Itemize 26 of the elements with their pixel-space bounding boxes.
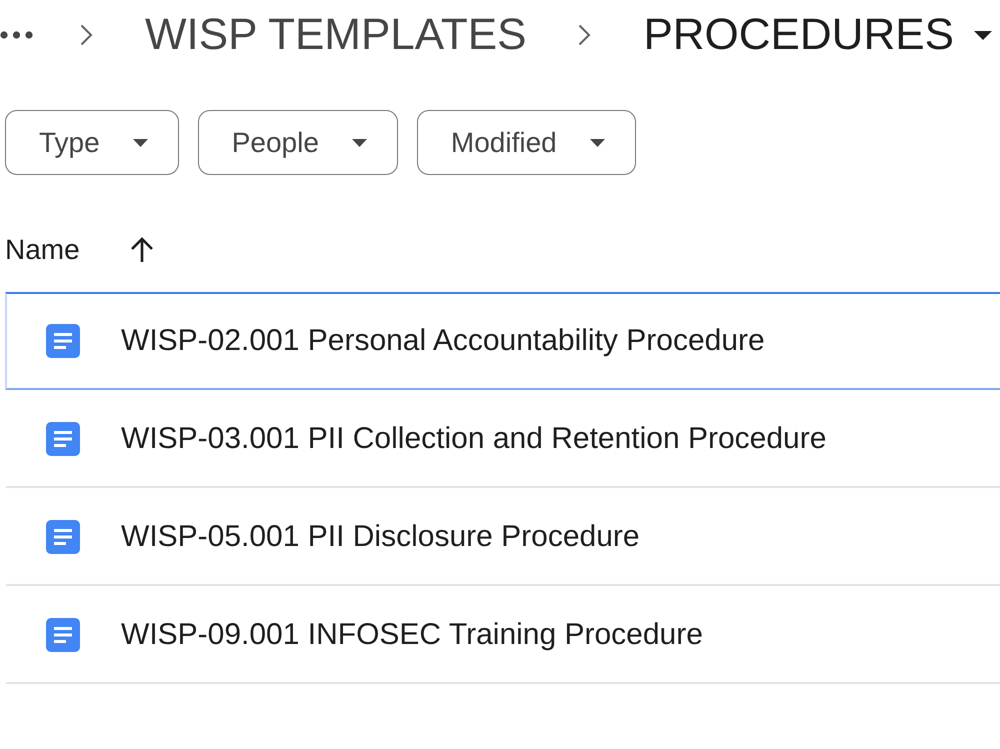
file-name: WISP-02.001 Personal Accountability Procedure (121, 324, 765, 358)
more-icon[interactable] (0, 31, 33, 39)
filter-chip[interactable]: Modified (416, 110, 636, 175)
caret-down-icon (590, 138, 605, 146)
filter-chip[interactable]: Type (5, 110, 179, 175)
document-icon (46, 520, 80, 554)
file-name: WISP-05.001 PII Disclosure Procedure (121, 520, 640, 554)
file-row[interactable]: WISP-09.001 INFOSEC Training Procedure (5, 586, 1000, 684)
document-icon (46, 422, 80, 456)
file-row[interactable]: WISP-02.001 Personal Accountability Procedure (5, 292, 1000, 390)
file-name: WISP-03.001 PII Collection and Retention Procedure (121, 422, 826, 456)
caret-down-icon (132, 138, 148, 146)
file-name: WISP-09.001 INFOSEC Training Procedure (121, 618, 703, 652)
filter-chip[interactable]: People (198, 110, 398, 175)
breadcrumb-item[interactable]: PROCEDURES (643, 10, 992, 60)
chevron-right-icon (80, 24, 93, 46)
document-icon (46, 324, 80, 358)
breadcrumb-item[interactable]: WISP TEMPLATES (145, 10, 526, 60)
file-row[interactable]: WISP-05.001 PII Disclosure Procedure (5, 488, 1000, 586)
chevron-right-icon (578, 24, 592, 46)
file-row[interactable]: WISP-03.001 PII Collection and Retention Procedure (5, 390, 1000, 488)
arrow-up-icon[interactable] (130, 237, 154, 263)
column-header[interactable]: Name (5, 234, 80, 266)
document-icon (46, 618, 80, 652)
caret-down-icon (974, 30, 992, 40)
caret-down-icon (352, 138, 367, 146)
